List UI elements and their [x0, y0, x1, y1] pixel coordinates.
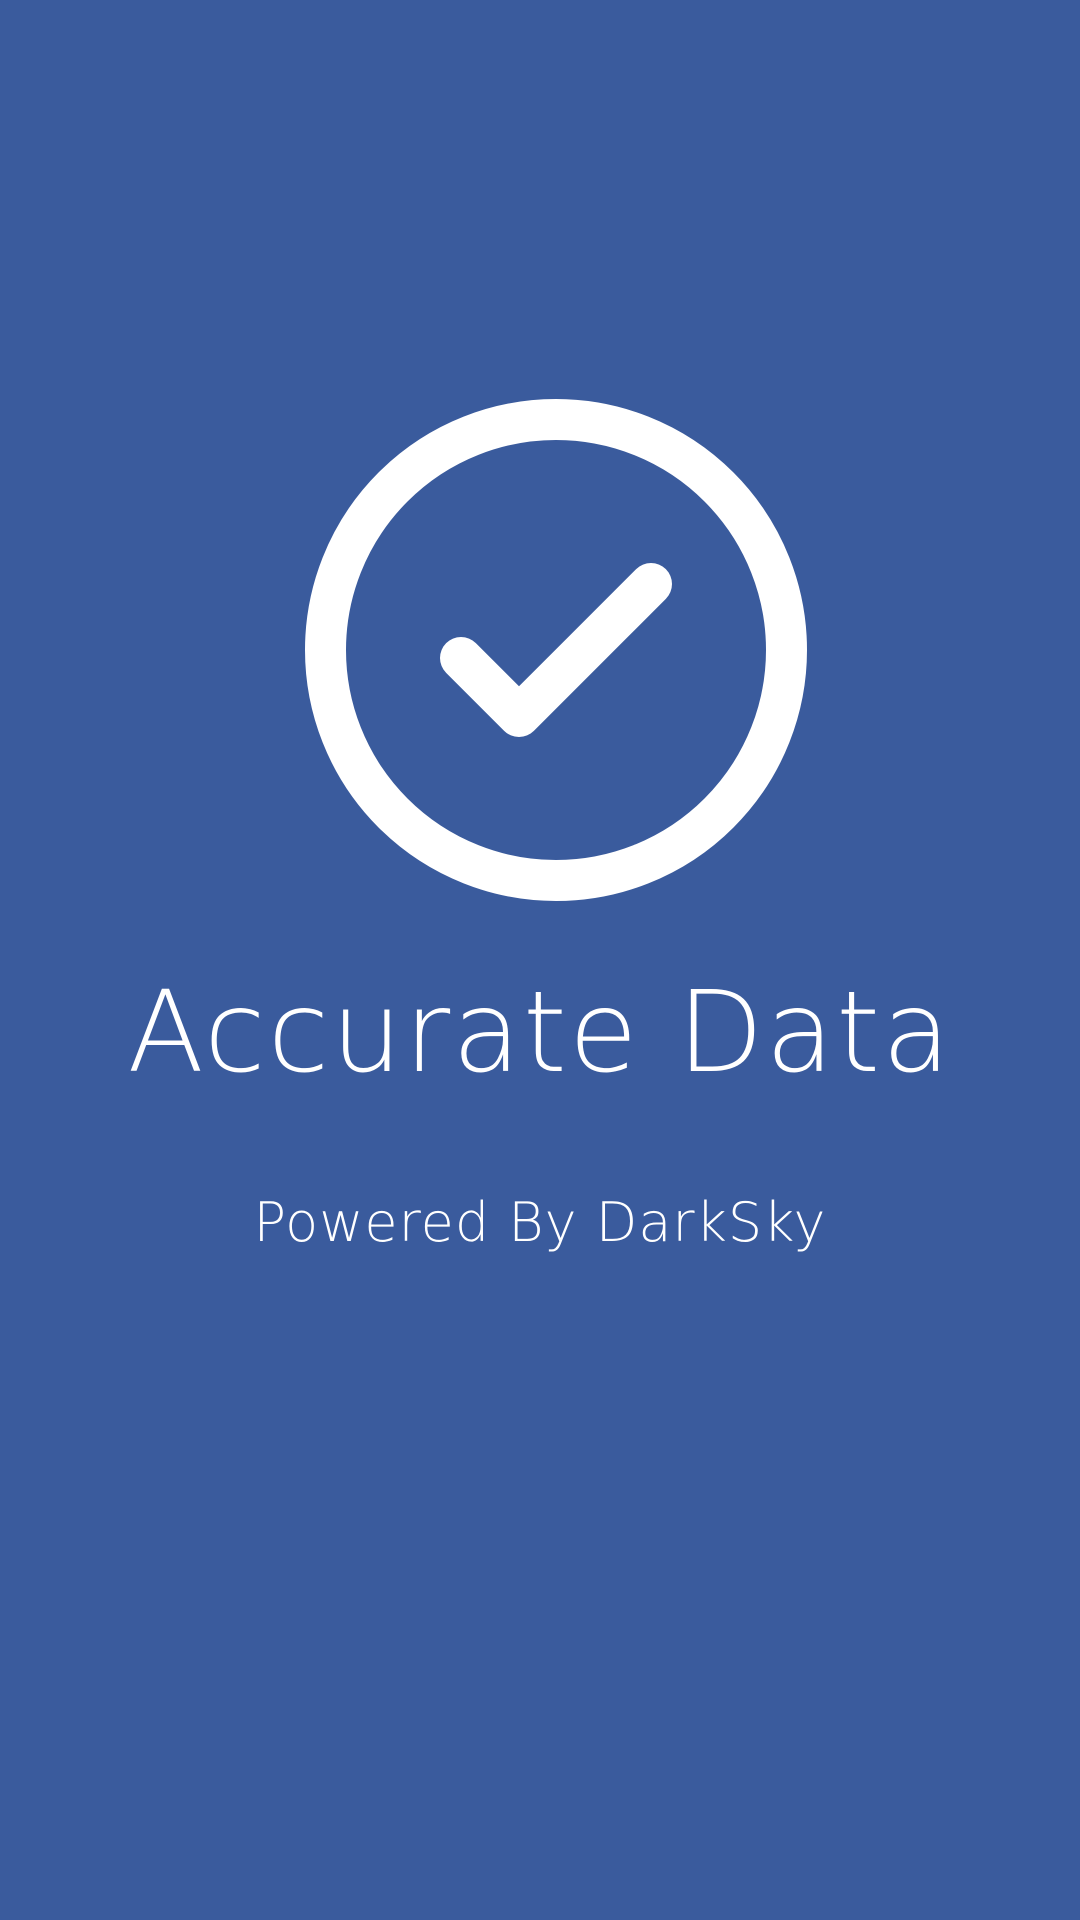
check-circle-icon	[305, 399, 807, 901]
page-title: Accurate Data	[127, 968, 953, 1098]
powered-by-text: Powered By DarkSky	[253, 1191, 827, 1254]
checkmark-stroke	[440, 563, 672, 737]
splash-screen: Accurate Data Powered By DarkSky	[0, 0, 1080, 1920]
